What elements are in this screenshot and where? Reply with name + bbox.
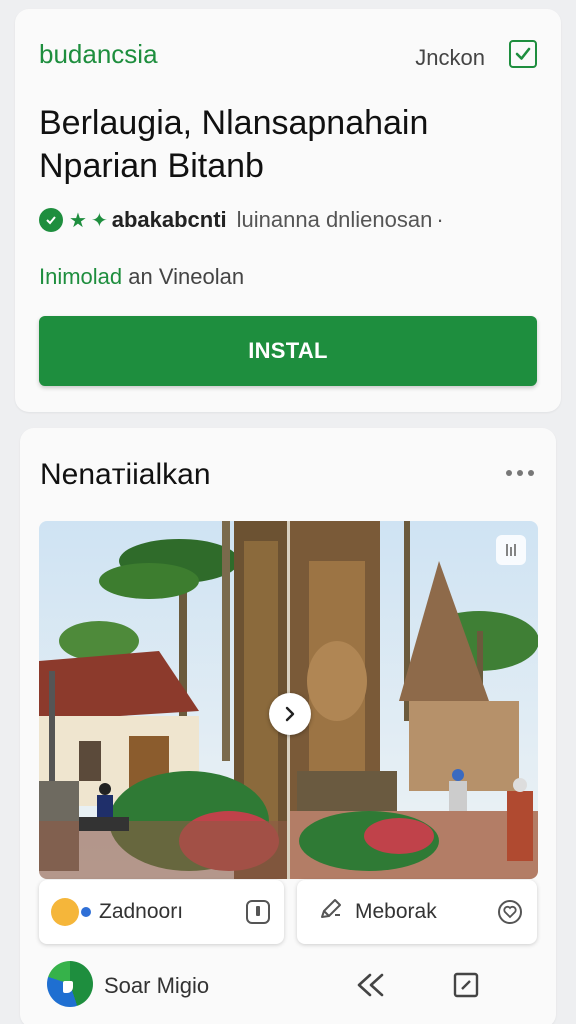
chip-meborak[interactable]: Meborak bbox=[297, 880, 537, 944]
chip-label: Zadnoorı bbox=[99, 900, 184, 923]
back-icon[interactable] bbox=[354, 971, 388, 1004]
install-button[interactable]: INSTAL bbox=[39, 316, 537, 386]
language-link[interactable]: Jnckon bbox=[415, 45, 485, 71]
edit-icon[interactable] bbox=[452, 971, 480, 1004]
heart-icon[interactable] bbox=[497, 899, 523, 931]
developer-badge-icon bbox=[39, 208, 63, 232]
separator-dot-icon: · bbox=[436, 207, 444, 232]
in-app-label-highlight: Inimolad bbox=[39, 264, 123, 289]
emoji-avatar-icon bbox=[51, 898, 91, 926]
app-title: Berlaugia, Nlansapnahain Nparian Bitanb bbox=[39, 104, 429, 185]
pencil-icon bbox=[317, 895, 345, 929]
info-icon[interactable] bbox=[246, 900, 270, 924]
in-app-label-text: an Vineolan bbox=[128, 264, 245, 289]
checkbox-icon[interactable] bbox=[509, 40, 537, 68]
developer-subtitle: luinanna dnlienosan bbox=[236, 207, 433, 232]
rating-star-icon: ✦ bbox=[90, 209, 108, 232]
app-info-card: budancsia Jnckon Berlaugia, Nlansapnahai… bbox=[15, 9, 561, 412]
app-avatar[interactable] bbox=[47, 961, 93, 1007]
chip-zadnoori[interactable]: Zadnoorı bbox=[39, 880, 284, 944]
next-screenshot-button[interactable] bbox=[269, 693, 311, 735]
bottom-bar: Soar Migio bbox=[20, 953, 556, 1017]
section-title: Nenaтiialkan bbox=[40, 458, 211, 491]
expand-icon[interactable] bbox=[496, 535, 526, 565]
more-options-icon[interactable] bbox=[506, 470, 534, 476]
screenshots-card: Nenaтiialkan Zadnoorı Meborak Soar Migio bbox=[20, 428, 556, 1024]
app-name[interactable]: Soar Migio bbox=[104, 973, 209, 999]
chevron-right-icon bbox=[285, 706, 295, 722]
rating-star-icon: ★ bbox=[69, 209, 87, 232]
in-app-purchases-label: Inimolad an Vineolan bbox=[39, 264, 244, 290]
developer-name[interactable]: abakabcnti bbox=[112, 207, 227, 233]
chip-label: Meborak bbox=[355, 900, 437, 923]
developer-row[interactable]: ★ ✦ abakabcnti luinanna dnlienosan · bbox=[39, 205, 444, 235]
brand-title[interactable]: budancsia bbox=[39, 39, 158, 70]
